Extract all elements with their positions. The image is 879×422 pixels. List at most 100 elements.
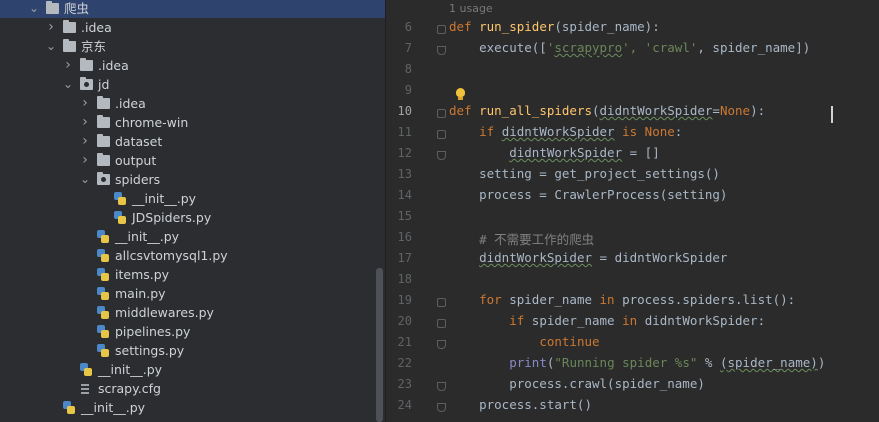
line-number: 13: [397, 167, 412, 181]
tree-item[interactable]: __init__.py: [0, 227, 385, 246]
code-line[interactable]: continue: [449, 334, 599, 349]
code-line[interactable]: didntWorkSpider = []: [449, 145, 660, 160]
fold-marker-icon[interactable]: [437, 382, 446, 391]
python-file-icon: [97, 268, 109, 281]
code-line[interactable]: if spider_name in didntWorkSpider:: [449, 313, 765, 328]
tree-item[interactable]: ⌄ 爬虫: [0, 0, 385, 18]
lightbulb-icon[interactable]: [456, 88, 465, 100]
folder-icon: [97, 96, 110, 109]
text-caret: [831, 106, 833, 123]
tree-item[interactable]: ⌄ 京东: [0, 37, 385, 56]
line-number: 17: [397, 251, 412, 265]
fold-marker-icon[interactable]: [437, 25, 446, 34]
line-number: 24: [397, 398, 412, 412]
python-file-icon: [63, 401, 75, 414]
code-editor[interactable]: 1 usage 6 def run_spider(spider_name): 7 e…: [386, 0, 879, 422]
code-line[interactable]: # 不需要工作的爬虫: [449, 229, 594, 248]
chevron-right-icon[interactable]: ›: [79, 113, 91, 132]
folder-icon: [97, 153, 110, 166]
tree-item[interactable]: ⌄ spiders: [0, 170, 385, 189]
tree-item[interactable]: __init__.py: [0, 360, 385, 379]
tree-item[interactable]: › .idea: [0, 56, 385, 75]
tree-item-label: JDSpiders.py: [132, 210, 212, 225]
tree-item-label: allcsvtomysql1.py: [115, 248, 228, 263]
code-line[interactable]: process.start(): [449, 397, 592, 412]
code-line[interactable]: didntWorkSpider = didntWorkSpider: [449, 250, 727, 265]
tree-item-label: __init__.py: [98, 362, 163, 377]
chevron-down-icon[interactable]: ⌄: [79, 170, 91, 189]
line-number: 15: [397, 209, 412, 223]
folder-icon: [80, 58, 93, 71]
project-tree[interactable]: ⌄ 爬虫 › .idea ⌄ 京东 › .idea ⌄ jd › .idea › chrome-win › d…: [0, 0, 385, 422]
tree-item[interactable]: settings.py: [0, 341, 385, 360]
fold-marker-icon[interactable]: [437, 46, 446, 55]
code-line[interactable]: for spider_name in process.spiders.list(…: [449, 292, 795, 307]
tree-item[interactable]: › output: [0, 151, 385, 170]
line-number: 8: [404, 62, 412, 76]
tree-item-label: middlewares.py: [115, 305, 214, 320]
fold-marker-icon[interactable]: [437, 151, 446, 160]
chevron-down-icon[interactable]: ⌄: [62, 75, 74, 94]
line-number: 19: [397, 293, 412, 307]
chevron-right-icon[interactable]: ›: [62, 56, 74, 75]
tree-item[interactable]: ⌄ jd: [0, 75, 385, 94]
usage-hint[interactable]: 1 usage: [449, 2, 493, 15]
python-file-icon: [114, 211, 126, 224]
tree-item-label: jd: [98, 77, 110, 92]
code-line[interactable]: if didntWorkSpider is None:: [449, 124, 682, 139]
code-line[interactable]: process = CrawlerProcess(setting): [449, 187, 727, 202]
fold-marker-icon[interactable]: [437, 403, 446, 412]
config-file-icon: [80, 383, 90, 395]
tree-item[interactable]: __init__.py: [0, 398, 385, 417]
tree-item[interactable]: › .idea: [0, 94, 385, 113]
code-line[interactable]: print("Running spider %s" % (spider_name…: [449, 355, 825, 370]
code-line[interactable]: def run_all_spiders(didntWorkSpider=None…: [449, 103, 765, 118]
folder-icon: [97, 115, 110, 128]
line-number: 9: [404, 83, 412, 97]
line-number: 14: [397, 188, 412, 202]
tree-item-label: 京东: [81, 39, 107, 54]
tree-item-label: 爬虫: [64, 1, 90, 16]
tree-item[interactable]: scrapy.cfg: [0, 379, 385, 398]
tree-item-label: output: [115, 153, 157, 168]
tree-item[interactable]: pipelines.py: [0, 322, 385, 341]
chevron-right-icon[interactable]: ›: [45, 18, 57, 37]
chevron-right-icon[interactable]: ›: [79, 132, 91, 151]
python-file-icon: [97, 287, 109, 300]
tree-item[interactable]: allcsvtomysql1.py: [0, 246, 385, 265]
tree-item-label: .idea: [81, 20, 112, 35]
fold-marker-icon[interactable]: [437, 340, 446, 349]
tree-item[interactable]: __init__.py: [0, 189, 385, 208]
line-number: 18: [397, 272, 412, 286]
tree-item[interactable]: › chrome-win: [0, 113, 385, 132]
tree-item-label: __init__.py: [81, 400, 146, 415]
python-file-icon: [97, 230, 109, 243]
line-number: 20: [397, 314, 412, 328]
tree-item-label: dataset: [115, 134, 163, 149]
tree-item[interactable]: › .idea: [0, 18, 385, 37]
line-number: 11: [397, 125, 412, 139]
code-line[interactable]: setting = get_project_settings(): [449, 166, 720, 181]
chevron-down-icon[interactable]: ⌄: [28, 0, 40, 18]
code-line[interactable]: def run_spider(spider_name):: [449, 19, 660, 34]
code-line[interactable]: process.crawl(spider_name): [449, 376, 705, 391]
tree-item[interactable]: main.py: [0, 284, 385, 303]
fold-marker-icon[interactable]: [437, 319, 446, 328]
tree-scrollbar[interactable]: [376, 268, 383, 422]
line-number: 12: [397, 146, 412, 160]
tree-item[interactable]: JDSpiders.py: [0, 208, 385, 227]
chevron-down-icon[interactable]: ⌄: [45, 37, 57, 56]
fold-marker-icon[interactable]: [437, 130, 446, 139]
code-line[interactable]: execute(['scrapypro', 'crawl', spider_na…: [449, 40, 810, 55]
line-number: 16: [397, 230, 412, 244]
fold-marker-icon[interactable]: [437, 298, 446, 307]
tree-item[interactable]: › dataset: [0, 132, 385, 151]
tree-item[interactable]: items.py: [0, 265, 385, 284]
fold-marker-icon[interactable]: [437, 109, 446, 118]
chevron-right-icon[interactable]: ›: [79, 151, 91, 170]
tree-item-label: .idea: [115, 96, 146, 111]
chevron-right-icon[interactable]: ›: [79, 94, 91, 113]
tree-item[interactable]: middlewares.py: [0, 303, 385, 322]
folder-icon: [97, 134, 110, 147]
python-file-icon: [97, 344, 109, 357]
